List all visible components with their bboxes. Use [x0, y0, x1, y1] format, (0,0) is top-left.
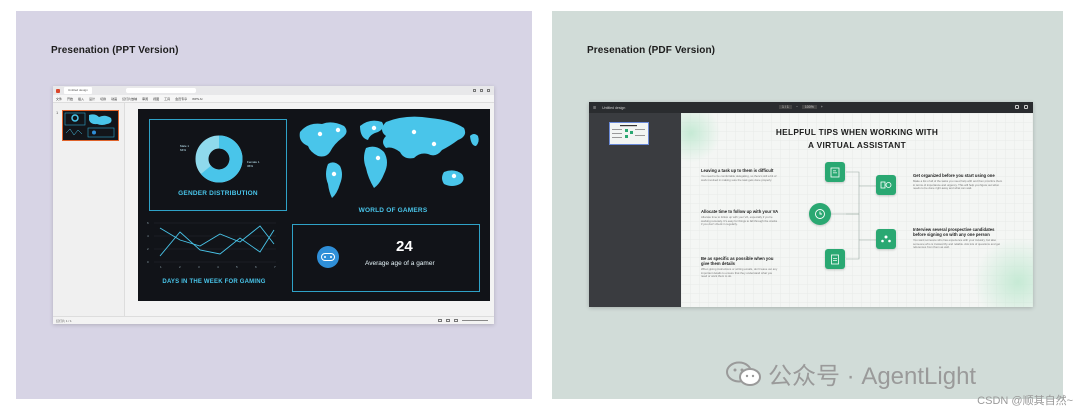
close-icon[interactable]	[487, 89, 490, 92]
y-tick-label: 2	[147, 247, 149, 251]
menu-item[interactable]: 开始	[67, 97, 73, 101]
watermark-account: 公众号 · AgentLight	[768, 363, 977, 390]
ppt-slide-thumbnails: 1	[53, 103, 125, 316]
pdf-topbar: ☰ Untitled design 1 / 1 − 100% +	[589, 102, 1033, 113]
ppt-search-box[interactable]	[125, 88, 196, 93]
menu-item[interactable]: 切换	[100, 97, 106, 101]
interview-icon	[876, 229, 896, 249]
ppt-titlebar: Untitled design	[53, 86, 494, 95]
organize-icon	[876, 175, 896, 195]
watermark: 公众号 · AgentLight	[726, 356, 976, 391]
ppt-view-controls	[438, 319, 494, 322]
x-tick-label: 6	[255, 265, 257, 269]
x-tick-label: 5	[236, 265, 238, 269]
pdf-page-indicator[interactable]: 1 / 1	[779, 105, 792, 109]
ppt-document-tab[interactable]: Untitled design	[64, 87, 92, 94]
menu-icon[interactable]: ☰	[593, 106, 596, 110]
ppt-slide-canvas[interactable]: Male 1 64% Female 1 36% GENDER DISTRIBUT…	[138, 109, 490, 301]
slide-thumbnail-preview	[64, 112, 115, 138]
zoom-out-icon[interactable]: −	[796, 105, 798, 109]
ppt-menubar: 文件 开始 插入 设计 切换 动画 幻灯片放映 审阅 视图 工具 会员专享 WP…	[53, 95, 494, 103]
ppt-window-controls	[473, 89, 494, 92]
gamepad-icon	[317, 246, 339, 268]
tip-heading: Get organized before you start using one	[913, 173, 995, 178]
menu-item[interactable]: 幻灯片放映	[122, 97, 137, 101]
slide-thumb-number: 1	[56, 110, 59, 115]
wechat-icon	[726, 361, 761, 386]
tip-right-1: Get organized before you start using one…	[913, 173, 1003, 191]
days-line-chart: 6 4 2 0 1 2 3 4 5 6 7	[147, 221, 276, 269]
menu-item[interactable]: 审阅	[142, 97, 148, 101]
menu-item[interactable]: 文件	[56, 97, 62, 101]
pdf-file-name: Untitled design	[602, 105, 626, 110]
grid-view-icon[interactable]	[446, 319, 450, 322]
clock-icon	[809, 203, 831, 225]
world-of-gamers-label: WORLD OF GAMERS	[358, 207, 428, 214]
pdf-page[interactable]: HELPFUL TIPS WHEN WORKING WITH A VIRTUAL…	[681, 113, 1033, 307]
average-age-card: 24 Average age of a gamer	[292, 224, 480, 292]
menu-item[interactable]: 工具	[164, 97, 170, 101]
zoom-slider[interactable]	[462, 320, 488, 321]
ppt-statusbar: 幻灯片 1 / 1	[53, 316, 494, 324]
reading-view-icon[interactable]	[454, 319, 458, 322]
tip-right-2: Interview several prospective candidates…	[913, 227, 1003, 250]
ppt-panel: Presenation (PPT Version) Untitled desig…	[16, 11, 532, 399]
normal-view-icon[interactable]	[438, 319, 442, 322]
pdf-panel-title: Presenation (PDF Version)	[587, 45, 716, 56]
gender-distribution-card: Male 1 64% Female 1 36% GENDER DISTRIBUT…	[149, 119, 287, 211]
menu-item[interactable]: 动画	[111, 97, 117, 101]
page-root: Presenation (PPT Version) Untitled desig…	[0, 0, 1080, 415]
menu-item[interactable]: 设计	[89, 97, 95, 101]
x-tick-label: 3	[198, 265, 200, 269]
gender-donut-chart	[195, 135, 243, 183]
pdf-toolbar-icons	[1015, 105, 1028, 109]
pdf-panel: Presenation (PDF Version) ☰ Untitled des…	[552, 11, 1063, 399]
average-age-caption: Average age of a gamer	[365, 260, 435, 267]
menu-item[interactable]: WPS AI	[192, 97, 202, 101]
clipboard-icon	[825, 162, 845, 182]
pdf-page-controls: 1 / 1 − 100% +	[779, 105, 823, 109]
average-age-value: 24	[396, 238, 413, 255]
menu-item[interactable]: 插入	[78, 97, 84, 101]
ppt-window: Untitled design 文件 开始 插入 设计 切换 动画 幻灯片放映 …	[53, 86, 494, 324]
menu-item[interactable]: 会员专享	[175, 97, 187, 101]
tip-heading: Interview several prospective candidates…	[913, 227, 995, 237]
y-tick-label: 6	[147, 221, 149, 225]
print-icon[interactable]	[1024, 105, 1028, 109]
download-icon[interactable]	[1015, 105, 1019, 109]
donut-note-left: Male 1 64%	[180, 144, 190, 152]
x-tick-label: 7	[274, 265, 276, 269]
ppt-app-icon[interactable]	[56, 88, 60, 93]
slide-thumbnail[interactable]	[62, 110, 119, 141]
x-tick-label: 1	[160, 265, 162, 269]
world-map	[299, 116, 479, 198]
csdn-credit: CSDN @顺其自然~	[977, 395, 1073, 407]
pdf-page-thumbnail[interactable]	[609, 122, 649, 145]
connector-lines	[831, 171, 876, 260]
days-series-b	[159, 229, 275, 257]
tip-body: You want someone who has experience with…	[913, 238, 1001, 249]
x-tick-label: 2	[179, 265, 181, 269]
ppt-panel-title: Presenation (PPT Version)	[51, 45, 179, 56]
pdf-window: ☰ Untitled design 1 / 1 − 100% + HELPFUL…	[589, 102, 1033, 307]
donut-note-right: Female 1 36%	[247, 160, 260, 168]
y-tick-label: 0	[147, 260, 149, 264]
tip-body: Make a list of all of the tasks you need…	[913, 179, 1003, 190]
x-tick-label: 4	[217, 265, 219, 269]
maximize-icon[interactable]	[480, 89, 483, 92]
menu-item[interactable]: 视图	[153, 97, 159, 101]
days-label: DAYS IN THE WEEK FOR GAMING	[162, 279, 266, 285]
gender-distribution-label: GENDER DISTRIBUTION	[178, 190, 258, 197]
pdf-thumbnail-sidebar	[589, 113, 681, 307]
pdf-thumbnail-preview	[612, 125, 645, 138]
pdf-zoom-value[interactable]: 100%	[801, 105, 817, 109]
document-icon	[825, 249, 845, 269]
zoom-in-icon[interactable]: +	[821, 105, 823, 109]
y-tick-label: 4	[147, 234, 149, 238]
minimize-icon[interactable]	[473, 89, 476, 92]
status-slide-info: 幻灯片 1 / 1	[56, 318, 72, 323]
